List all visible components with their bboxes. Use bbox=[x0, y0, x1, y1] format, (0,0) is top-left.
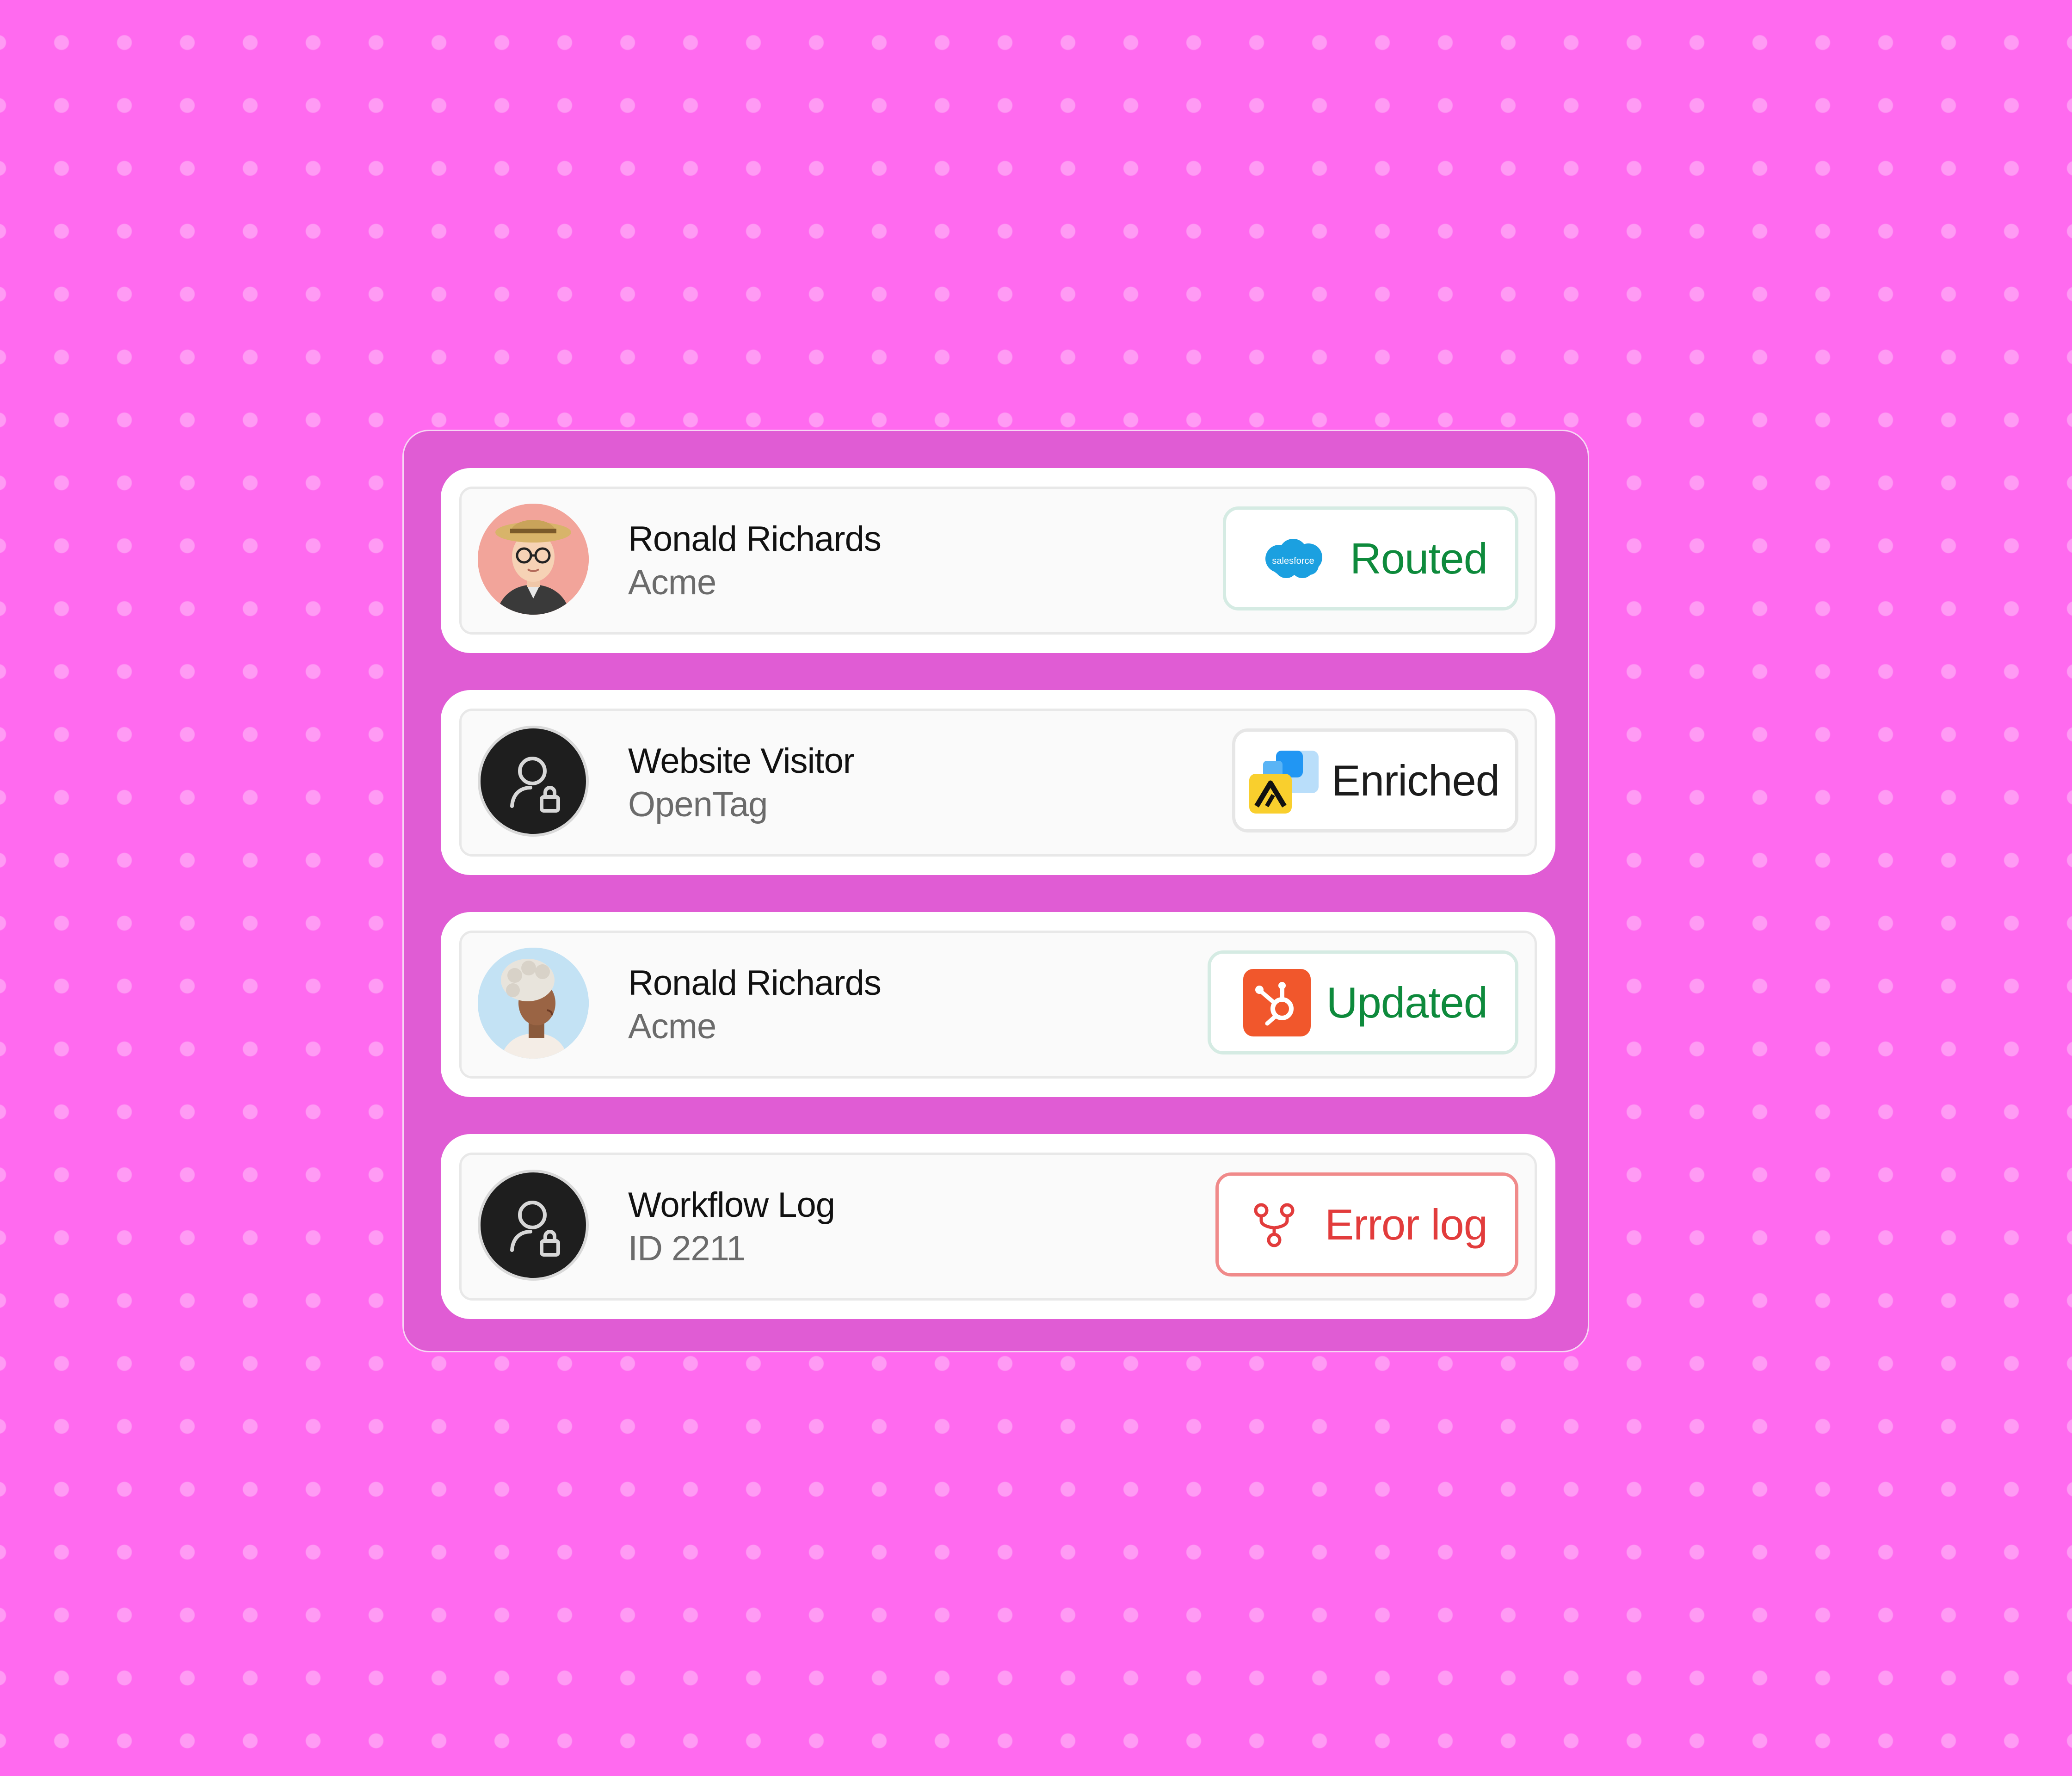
status-label: Enriched bbox=[1332, 756, 1500, 805]
hubspot-logo-icon bbox=[1243, 968, 1311, 1036]
anonymous-user-lock-icon bbox=[478, 1170, 589, 1281]
contact-name: Ronald Richards bbox=[628, 519, 882, 559]
activity-card[interactable]: Workflow Log ID 2211 Error log bbox=[441, 1134, 1555, 1319]
contact-name: Website Visitor bbox=[628, 741, 855, 781]
status-badge-error-log[interactable]: Error log bbox=[1215, 1172, 1518, 1276]
status-label: Routed bbox=[1350, 534, 1488, 583]
avatar bbox=[478, 504, 589, 615]
status-badge-routed[interactable]: salesforce Routed bbox=[1222, 506, 1518, 610]
status-badge-updated[interactable]: Updated bbox=[1207, 950, 1518, 1054]
status-label: Error log bbox=[1325, 1200, 1488, 1249]
log-name: Workflow Log bbox=[628, 1185, 835, 1225]
person-photo-icon bbox=[478, 504, 589, 615]
activity-card-body: Ronald Richards Acme salesforce Routed bbox=[459, 487, 1537, 635]
salesforce-wordmark: salesforce bbox=[1272, 556, 1314, 566]
user-lock-icon bbox=[510, 757, 560, 813]
log-id: ID 2211 bbox=[628, 1229, 746, 1268]
activity-feed-panel: Ronald Richards Acme salesforce Routed W… bbox=[402, 430, 1589, 1352]
enrichment-app-icon bbox=[1249, 750, 1319, 814]
activity-card[interactable]: Website Visitor OpenTag Enriched bbox=[441, 690, 1555, 875]
anonymous-user-lock-icon bbox=[478, 726, 589, 837]
activity-card-body: Ronald Richards Acme Updated bbox=[459, 931, 1537, 1079]
status-label: Updated bbox=[1326, 978, 1488, 1027]
activity-card-body: Website Visitor OpenTag Enriched bbox=[459, 709, 1537, 857]
status-badge-enriched[interactable]: Enriched bbox=[1232, 728, 1518, 832]
activity-card-body: Workflow Log ID 2211 Error log bbox=[459, 1153, 1537, 1301]
contact-company: Acme bbox=[628, 1007, 716, 1046]
workflow-branch-icon bbox=[1254, 1203, 1295, 1247]
contact-name: Ronald Richards bbox=[628, 963, 882, 1003]
activity-card[interactable]: Ronald Richards Acme Updated bbox=[441, 912, 1555, 1097]
avatar bbox=[478, 948, 589, 1059]
contact-company: OpenTag bbox=[628, 785, 768, 824]
salesforce-logo-icon: salesforce bbox=[1265, 538, 1322, 578]
user-lock-icon bbox=[510, 1201, 560, 1257]
person-photo-icon bbox=[478, 948, 589, 1059]
activity-card[interactable]: Ronald Richards Acme salesforce Routed bbox=[441, 468, 1555, 653]
contact-company: Acme bbox=[628, 563, 716, 602]
